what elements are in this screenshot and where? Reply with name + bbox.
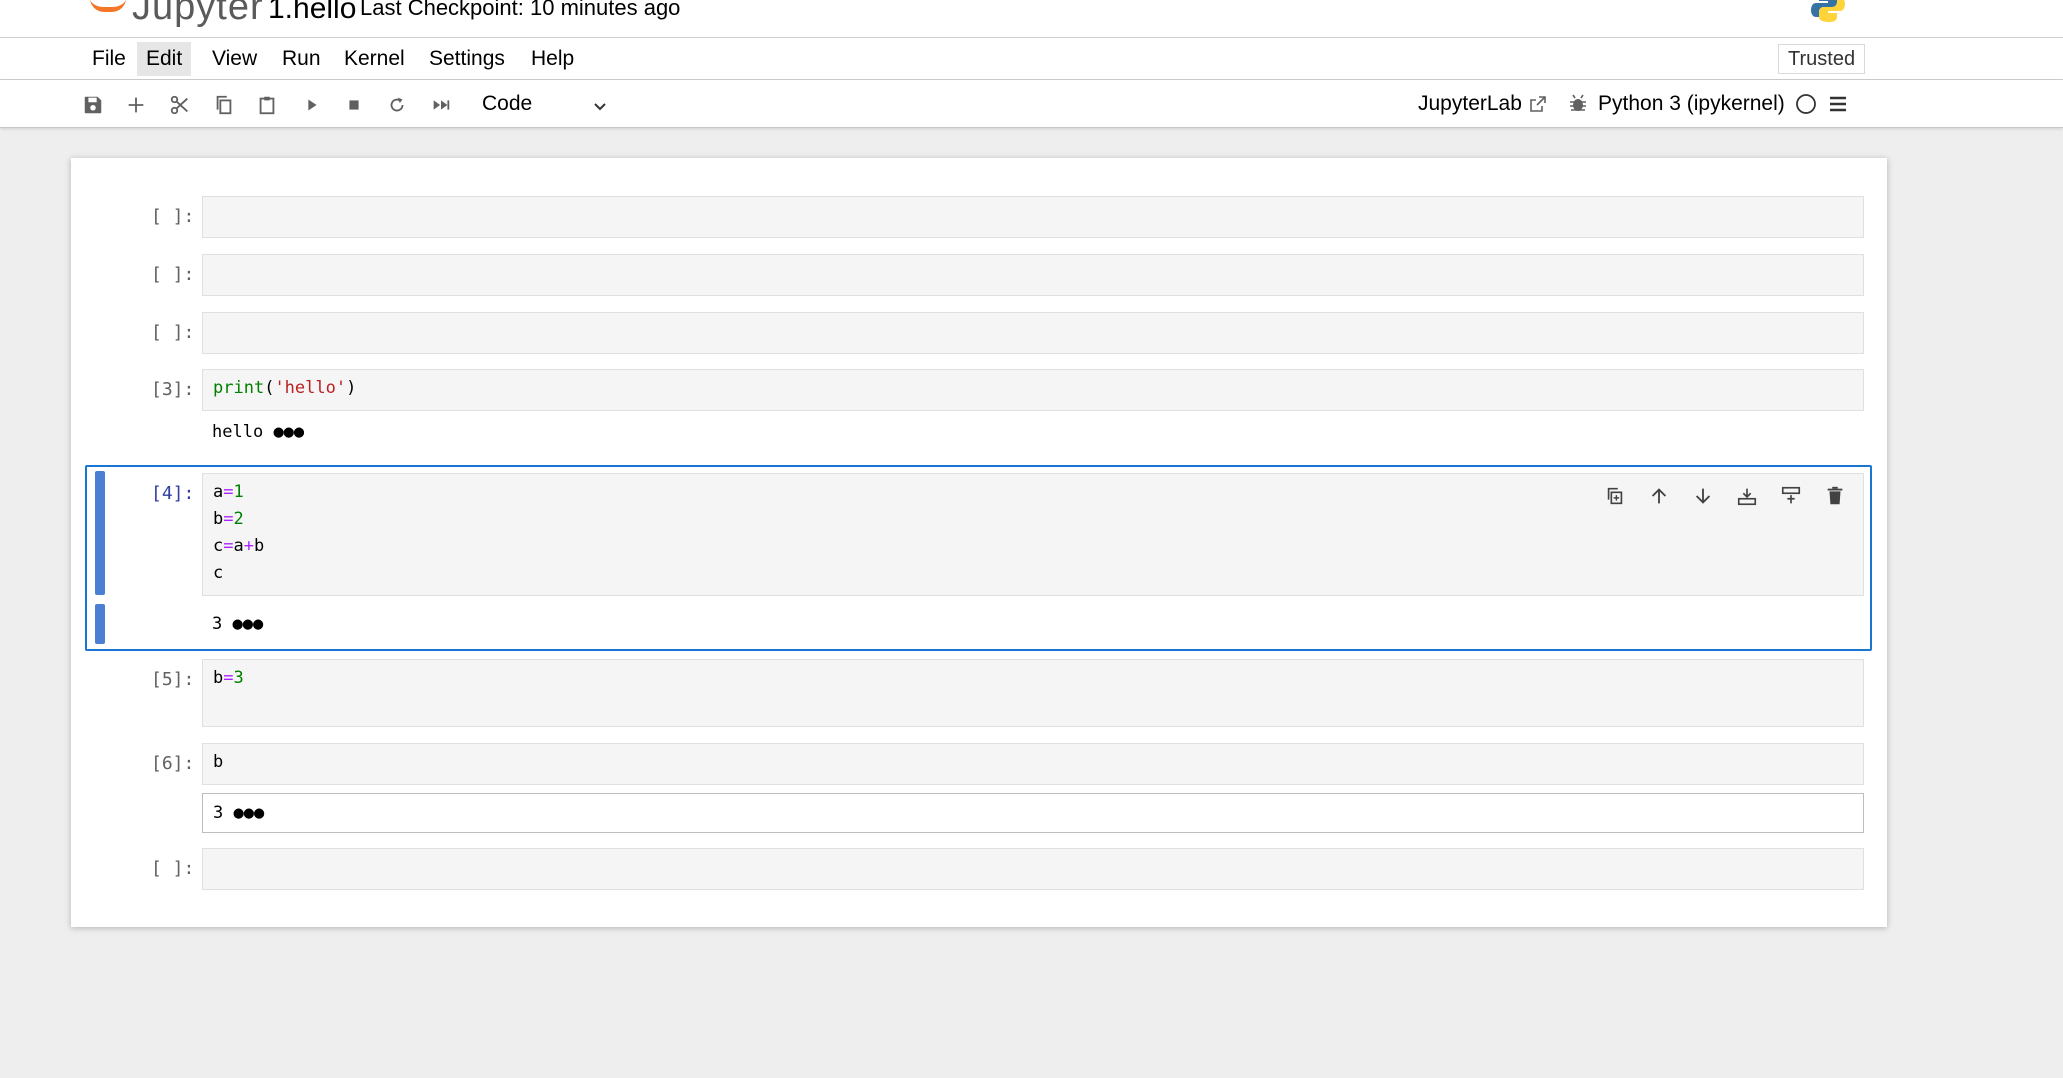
code-token: = [223, 482, 234, 502]
open-in-jupyterlab-link[interactable]: JupyterLab [1418, 90, 1548, 118]
restart-button[interactable] [383, 91, 411, 119]
code-token: = [223, 509, 234, 529]
add-cell-button[interactable] [122, 91, 150, 119]
output-text: 3 [213, 803, 224, 823]
cell-output: hello ●●● [202, 419, 314, 445]
cell-editor[interactable] [202, 254, 1864, 296]
debugger-bug-icon[interactable] [1568, 94, 1588, 114]
insert-above-icon [1781, 486, 1801, 504]
notebook-title[interactable]: 1.hello [268, 0, 356, 26]
cell-editor[interactable] [202, 848, 1864, 890]
menu-kernel[interactable]: Kernel [335, 42, 414, 76]
input-collapser[interactable] [95, 471, 105, 595]
notebook-toolbar: Code JupyterLab Python 3 (ipykernel) [0, 80, 2063, 128]
kernel-status: Python 3 (ipykernel) [1568, 90, 1849, 118]
cell-editor[interactable]: b=3 [202, 659, 1864, 727]
save-icon [84, 96, 102, 114]
delete-cell-button[interactable] [1819, 480, 1851, 512]
trusted-indicator[interactable]: Trusted [1778, 44, 1866, 74]
insert-cell-above-button[interactable] [1775, 480, 1807, 512]
jupyter-swoosh-icon [90, 0, 126, 12]
run-all-button[interactable] [427, 91, 455, 119]
copy-button[interactable] [210, 91, 238, 119]
menu-run[interactable]: Run [273, 42, 330, 76]
insert-below-icon [1737, 488, 1757, 506]
output-overflow-icon[interactable]: ●●● [273, 422, 304, 442]
code-line: print('hello') [213, 378, 357, 398]
code-token: 1 [233, 482, 244, 502]
jupyter-logo-text: Jupyter [132, 0, 264, 28]
output-collapser[interactable] [95, 604, 105, 644]
paste-button[interactable] [253, 91, 281, 119]
code-token: 3 [233, 668, 244, 688]
delete-icon [1827, 486, 1843, 505]
cut-icon [170, 95, 188, 115]
run-button[interactable] [298, 91, 326, 119]
chevron-down-icon [594, 103, 606, 111]
output-text: 3 [212, 614, 223, 634]
kernel-idle-circle-icon [1795, 94, 1816, 114]
cell-output: 3 ●●● [202, 611, 273, 637]
stop-button[interactable] [340, 91, 368, 119]
code-token: 'hello' [274, 378, 347, 398]
menu-file[interactable]: File [83, 42, 135, 76]
duplicate-icon [1607, 487, 1623, 505]
restart-icon [390, 97, 404, 112]
stop-icon [349, 100, 359, 110]
jupyter-logo[interactable]: Jupyter [86, 0, 263, 28]
kernel-name[interactable]: Python 3 (ipykernel) [1598, 92, 1785, 116]
jupyterlab-link-label: JupyterLab [1418, 92, 1522, 115]
menu-help[interactable]: Help [522, 42, 583, 76]
cell-output: 3 ●●● [202, 793, 1864, 833]
menu-bar: File Edit View Run Kernel Settings Help … [0, 38, 2063, 80]
cell-toolbar [1599, 480, 1851, 512]
move-cell-down-button[interactable] [1687, 480, 1719, 512]
code-line: c=a+b [213, 536, 265, 556]
code-token: = [223, 668, 234, 688]
menu-settings[interactable]: Settings [420, 42, 514, 76]
header: Jupyter 1.hello Last Checkpoint: 10 minu… [0, 0, 2063, 38]
code-token: 2 [233, 509, 244, 529]
fast-forward-icon [433, 100, 450, 110]
run-icon [308, 99, 317, 111]
code-line: b [213, 752, 224, 772]
add-icon [128, 97, 144, 113]
python-logo-icon [1811, 0, 1845, 22]
code-line: c [213, 563, 224, 583]
menu-hamburger-icon[interactable] [1827, 93, 1849, 115]
code-token: + [243, 536, 254, 556]
output-text: hello [212, 422, 264, 442]
duplicate-cell-button[interactable] [1599, 480, 1631, 512]
copy-icon [216, 95, 232, 115]
paste-icon [259, 96, 275, 115]
cell-editor[interactable]: print('hello') [202, 369, 1864, 411]
cell-editor[interactable]: b [202, 743, 1864, 785]
move-cell-up-button[interactable] [1643, 480, 1675, 512]
external-link-icon [1530, 96, 1546, 112]
output-overflow-icon[interactable]: ●●● [233, 614, 264, 634]
code-line: b=3 [213, 668, 244, 688]
save-button[interactable] [79, 91, 107, 119]
cell-type-value: Code [482, 92, 533, 115]
cell-editor[interactable] [202, 312, 1864, 354]
cell-editor[interactable] [202, 196, 1864, 238]
notebook-panel: [ ]: [ ]: [ ]: [3]: print('hello') hello… [71, 158, 1887, 927]
cell-type-select[interactable]: Code [470, 88, 618, 120]
move-up-icon [1651, 488, 1667, 504]
checkpoint-status: Last Checkpoint: 10 minutes ago [360, 0, 681, 20]
output-overflow-icon[interactable]: ●●● [234, 803, 265, 823]
code-token: print [213, 378, 265, 398]
code-token: = [223, 536, 234, 556]
menu-edit[interactable]: Edit [137, 42, 192, 76]
insert-cell-below-button[interactable] [1731, 480, 1763, 512]
menu-view[interactable]: View [203, 42, 266, 76]
cut-button[interactable] [166, 91, 194, 119]
move-down-icon [1695, 488, 1711, 504]
